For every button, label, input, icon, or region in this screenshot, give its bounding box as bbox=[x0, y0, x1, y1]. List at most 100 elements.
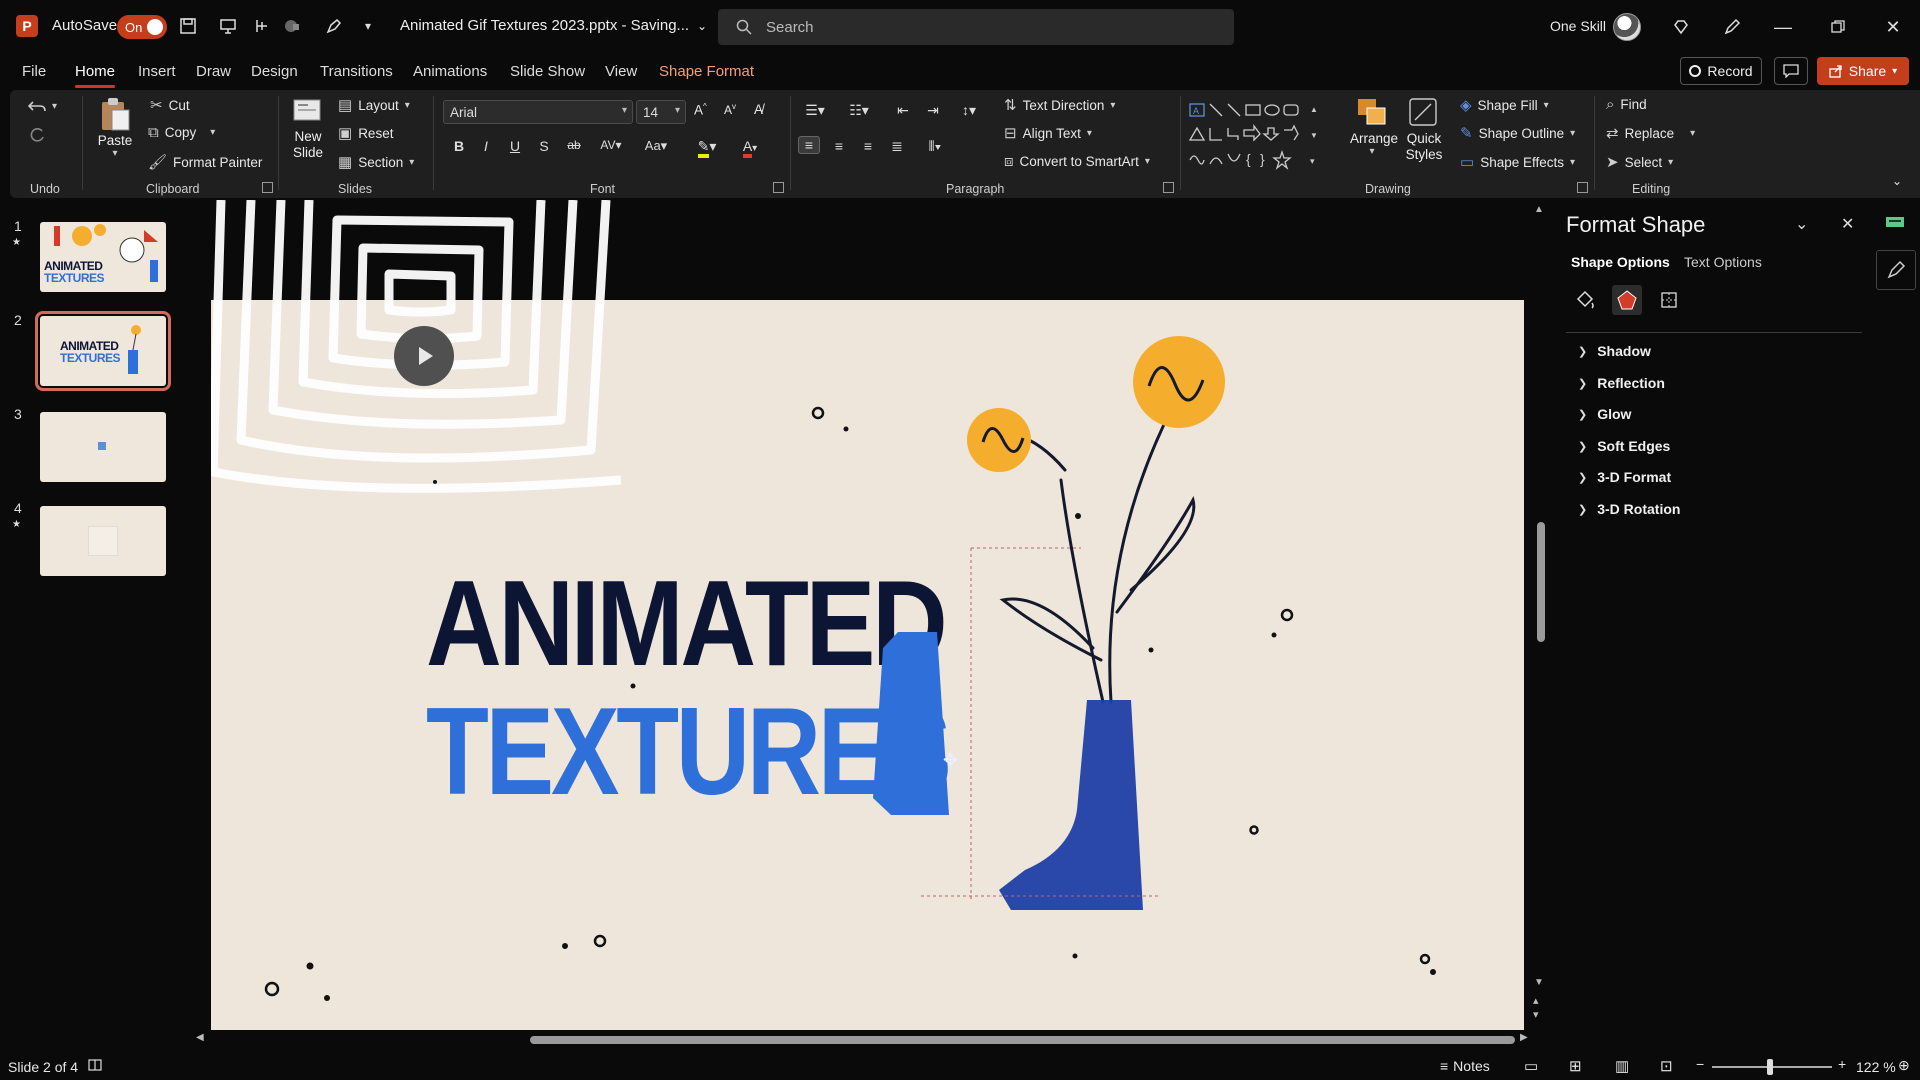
copilot-strip-icon[interactable] bbox=[1880, 208, 1910, 238]
clear-formatting-button[interactable]: A̸ bbox=[754, 102, 763, 117]
drawing-launcher-icon[interactable] bbox=[1577, 182, 1588, 193]
reset-button[interactable]: ▣ Reset bbox=[338, 124, 393, 142]
prev-next-slide-icon[interactable]: ▴ ▾ bbox=[1533, 994, 1539, 1022]
scroll-down-icon[interactable]: ▼ bbox=[1534, 977, 1544, 988]
document-title[interactable]: Animated Gif Textures 2023.pptx - Saving… bbox=[400, 17, 707, 34]
font-launcher-icon[interactable] bbox=[773, 182, 784, 193]
arrange-button[interactable]: Arrange ▾ bbox=[1350, 96, 1398, 157]
comments-button[interactable] bbox=[1774, 57, 1808, 85]
section-reflection[interactable]: ❯ Reflection bbox=[1578, 375, 1665, 391]
fill-line-icon[interactable] bbox=[1570, 285, 1600, 315]
play-video-button[interactable] bbox=[394, 326, 454, 386]
tab-slide-show[interactable]: Slide Show bbox=[510, 63, 585, 80]
tab-design[interactable]: Design bbox=[251, 63, 298, 80]
clipboard-launcher-icon[interactable] bbox=[262, 182, 273, 193]
undo-button[interactable]: ▾ bbox=[28, 98, 57, 114]
redo-button[interactable] bbox=[28, 126, 46, 144]
zoom-out-icon[interactable]: − bbox=[1696, 1056, 1704, 1072]
columns-icon[interactable]: ⫴▾ bbox=[920, 138, 950, 155]
tab-animations[interactable]: Animations bbox=[413, 63, 487, 80]
size-properties-icon[interactable] bbox=[1654, 285, 1684, 315]
decrease-indent-icon[interactable]: ⇤ bbox=[892, 102, 914, 119]
scroll-left-icon[interactable]: ◀ bbox=[196, 1032, 204, 1043]
shape-fill-button[interactable]: ◈ Shape Fill ▾ bbox=[1460, 96, 1549, 114]
paragraph-launcher-icon[interactable] bbox=[1163, 182, 1174, 193]
numbering-icon[interactable]: ☷▾ bbox=[844, 102, 874, 119]
select-button[interactable]: ➤ Select ▾ bbox=[1606, 153, 1673, 171]
zoom-slider-thumb[interactable] bbox=[1767, 1059, 1773, 1075]
bold-icon[interactable]: B bbox=[448, 138, 470, 154]
shape-outline-button[interactable]: ✎ Shape Outline ▾ bbox=[1460, 124, 1575, 142]
touch-mode-icon[interactable] bbox=[250, 14, 274, 38]
avatar[interactable] bbox=[1613, 13, 1641, 41]
slide-thumbnail-4[interactable] bbox=[40, 506, 166, 576]
tab-home[interactable]: Home bbox=[75, 63, 116, 88]
normal-view-icon[interactable]: ▭ bbox=[1524, 1057, 1538, 1075]
zoom-in-icon[interactable]: + bbox=[1838, 1056, 1846, 1072]
minimize-icon[interactable]: — bbox=[1768, 12, 1798, 42]
slide-thumbnail-2[interactable]: ANIMATED TEXTURES bbox=[35, 311, 171, 391]
character-spacing-icon[interactable]: AV▾ bbox=[594, 138, 628, 152]
close-icon[interactable]: ✕ bbox=[1878, 12, 1908, 42]
tab-file[interactable]: File bbox=[22, 63, 46, 80]
section-button[interactable]: ▦ Section ▾ bbox=[338, 153, 414, 171]
slide-sorter-icon[interactable]: ⊞ bbox=[1569, 1057, 1582, 1075]
decrease-font-button[interactable]: Av bbox=[724, 102, 736, 117]
scroll-right-icon[interactable]: ▶ bbox=[1520, 1032, 1528, 1043]
align-right-icon[interactable]: ≡ bbox=[857, 138, 879, 154]
pane-options-chevron-icon[interactable]: ⌄ bbox=[1795, 214, 1808, 234]
slide-thumbnail-3[interactable] bbox=[40, 412, 166, 482]
shapes-qa-icon[interactable] bbox=[280, 14, 304, 38]
tab-text-options[interactable]: Text Options bbox=[1684, 254, 1762, 270]
tab-draw[interactable]: Draw bbox=[196, 63, 231, 80]
slide-canvas[interactable]: ANIMATED TEXTURES ✥ bbox=[211, 200, 1524, 1030]
paste-button[interactable]: Paste ▾ bbox=[94, 96, 136, 159]
section-3d-format[interactable]: ❯ 3-D Format bbox=[1578, 469, 1671, 485]
save-icon[interactable] bbox=[176, 14, 200, 38]
fit-to-window-icon[interactable]: ⊕ bbox=[1898, 1057, 1910, 1074]
restore-icon[interactable] bbox=[1823, 12, 1853, 42]
slide-thumbnail-1[interactable]: ANIMATED TEXTURES bbox=[40, 222, 166, 292]
text-direction-button[interactable]: ⇅ Text Direction ▾ bbox=[1004, 96, 1115, 114]
cut-button[interactable]: ✂ Cut bbox=[150, 96, 190, 114]
section-3d-rotation[interactable]: ❯ 3-D Rotation bbox=[1578, 501, 1680, 517]
shape-effects-button[interactable]: ▭ Shape Effects ▾ bbox=[1460, 153, 1575, 171]
premium-diamond-icon[interactable] bbox=[1666, 12, 1696, 42]
find-button[interactable]: ⌕ Find bbox=[1606, 96, 1647, 113]
align-text-button[interactable]: ⊟ Align Text ▾ bbox=[1004, 124, 1092, 142]
font-color-icon[interactable]: A▾ bbox=[735, 138, 765, 158]
tab-insert[interactable]: Insert bbox=[138, 63, 176, 80]
font-size-select[interactable]: 14 ▾ bbox=[636, 100, 686, 124]
replace-button[interactable]: ⇄ Replace ▾ bbox=[1606, 124, 1695, 142]
vertical-scrollbar-thumb[interactable] bbox=[1537, 522, 1545, 642]
underline-icon[interactable]: U bbox=[504, 138, 526, 154]
user-name[interactable]: One Skill bbox=[1550, 18, 1606, 34]
search-box[interactable]: Search bbox=[718, 9, 1234, 45]
italic-icon[interactable]: I bbox=[475, 138, 497, 154]
increase-indent-icon[interactable]: ⇥ bbox=[922, 102, 944, 119]
font-family-select[interactable]: Arial ▾ bbox=[443, 100, 633, 124]
scroll-up-icon[interactable]: ▲ bbox=[1534, 204, 1544, 215]
justify-icon[interactable]: ≣ bbox=[886, 138, 908, 155]
record-button[interactable]: Record bbox=[1680, 57, 1762, 85]
bullets-icon[interactable]: ☰▾ bbox=[800, 102, 830, 119]
collapse-ribbon-icon[interactable]: ⌄ bbox=[1892, 174, 1902, 188]
designer-pen-icon[interactable] bbox=[1717, 12, 1747, 42]
notes-button[interactable]: ≡ Notes bbox=[1440, 1058, 1490, 1074]
tab-shape-options[interactable]: Shape Options bbox=[1571, 254, 1670, 270]
effects-pentagon-icon[interactable] bbox=[1612, 285, 1642, 315]
tab-view[interactable]: View bbox=[605, 63, 637, 80]
copy-button[interactable]: ⧉ Copy ▾ bbox=[148, 124, 215, 141]
line-spacing-icon[interactable]: ↕▾ bbox=[954, 102, 984, 119]
convert-smartart-button[interactable]: ⧈ Convert to SmartArt ▾ bbox=[1004, 153, 1150, 170]
align-center-icon[interactable]: ≡ bbox=[828, 138, 850, 154]
section-glow[interactable]: ❯ Glow bbox=[1578, 406, 1631, 422]
strikethrough-icon[interactable]: ab bbox=[563, 138, 585, 152]
change-case-icon[interactable]: Aa▾ bbox=[638, 138, 674, 154]
share-button[interactable]: Share ▾ bbox=[1817, 57, 1909, 85]
format-painter-button[interactable]: 🖌 Format Painter bbox=[148, 153, 262, 171]
section-shadow[interactable]: ❯ Shadow bbox=[1578, 343, 1651, 359]
increase-font-button[interactable]: A^ bbox=[694, 102, 707, 118]
shapes-gallery[interactable]: A {} ▲ ▼ ▾ bbox=[1188, 102, 1336, 178]
tab-shape-format[interactable]: Shape Format bbox=[659, 63, 754, 80]
